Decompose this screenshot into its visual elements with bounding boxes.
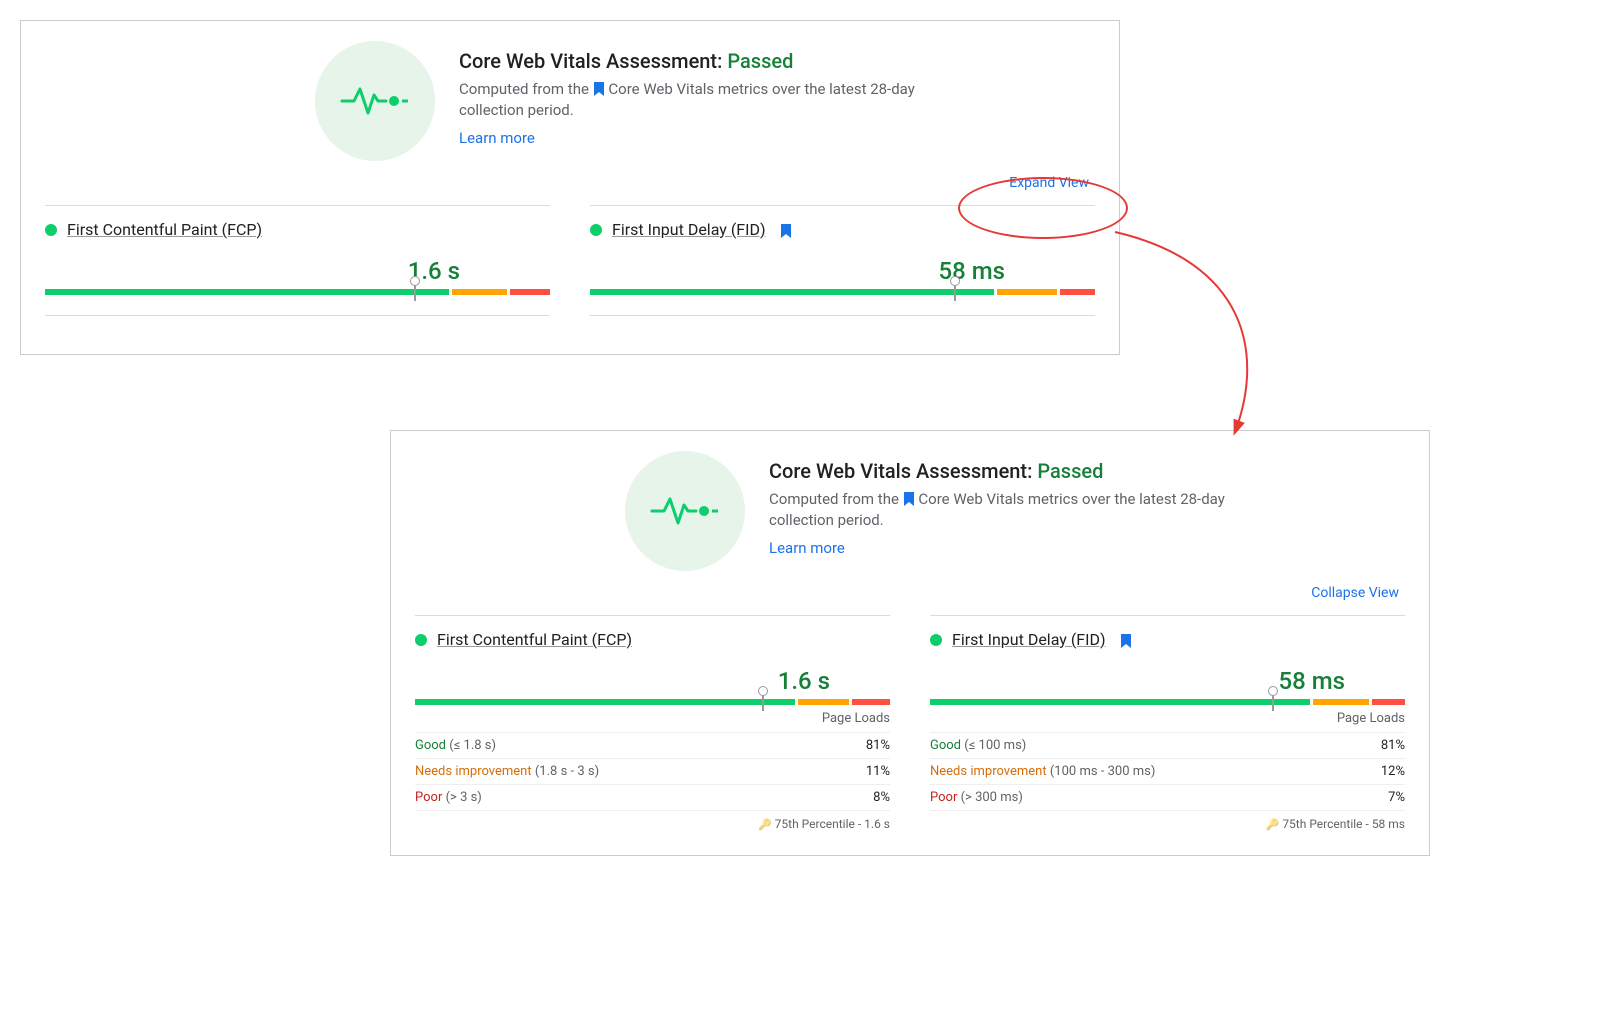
- dist-poor-range: (> 3 s): [446, 790, 482, 805]
- cwv-desc-prefix: Computed from the: [459, 80, 589, 98]
- dist-needs-label: Needs improvement: [930, 764, 1047, 779]
- percentile-caption: 75th Percentile - 58 ms: [930, 810, 1405, 831]
- metric-value: 58 ms: [930, 667, 1405, 695]
- dist-poor-label: Poor: [415, 790, 442, 805]
- status-dot-good: [45, 224, 57, 236]
- percentile-marker: [414, 283, 416, 301]
- annotation-arrow: [1095, 222, 1275, 452]
- cwv-header: Core Web Vitals Assessment: Passed Compu…: [21, 21, 1119, 171]
- metric-fid: First Input Delay (FID) 58 ms: [590, 199, 1095, 330]
- percentile-caption: 75th Percentile - 1.6 s: [415, 810, 890, 831]
- metric-fcp: First Contentful Paint (FCP) 1.6 s Page …: [415, 609, 890, 831]
- dist-poor-range: (> 300 ms): [961, 790, 1023, 805]
- percentile-marker: [1272, 693, 1274, 711]
- dist-needs-pct: 12%: [1381, 764, 1405, 779]
- dist-needs-pct: 11%: [866, 764, 890, 779]
- dist-good-label: Good: [930, 738, 961, 753]
- dist-good-pct: 81%: [1381, 738, 1405, 753]
- metric-value: 58 ms: [590, 257, 1095, 285]
- percentile-marker: [954, 283, 956, 301]
- page-loads-header: Page Loads: [930, 705, 1405, 732]
- cwv-description: Computed from the Core Web Vitals metric…: [769, 489, 1269, 531]
- status-dot-good: [415, 634, 427, 646]
- cwv-title: Core Web Vitals Assessment: Passed: [459, 49, 959, 73]
- metric-name[interactable]: First Contentful Paint (FCP): [67, 220, 262, 239]
- learn-more-link[interactable]: Learn more: [769, 539, 845, 557]
- dist-row-poor: Poor (> 300 ms) 7%: [930, 784, 1405, 810]
- cwv-panel-collapsed: Core Web Vitals Assessment: Passed Compu…: [20, 20, 1120, 355]
- dist-needs-label: Needs improvement: [415, 764, 532, 779]
- cwv-desc-prefix: Computed from the: [769, 490, 899, 508]
- distribution-bar: [415, 699, 890, 705]
- cwv-panel-expanded: Core Web Vitals Assessment: Passed Compu…: [390, 430, 1430, 856]
- cwv-title: Core Web Vitals Assessment: Passed: [769, 459, 1269, 483]
- dist-good-range: (≤ 1.8 s): [449, 738, 496, 753]
- page-loads-header: Page Loads: [415, 705, 890, 732]
- dist-good-range: (≤ 100 ms): [964, 738, 1026, 753]
- expand-view-button[interactable]: Expand View: [21, 171, 1119, 199]
- dist-row-good: Good (≤ 100 ms) 81%: [930, 732, 1405, 758]
- metric-name[interactable]: First Input Delay (FID): [612, 220, 766, 239]
- dist-poor-label: Poor: [930, 790, 957, 805]
- dist-poor-pct: 7%: [1388, 790, 1405, 805]
- cwv-status: Passed: [1037, 459, 1103, 483]
- bookmark-icon: [903, 491, 915, 505]
- cwv-title-label: Core Web Vitals Assessment:: [459, 49, 722, 73]
- bookmark-icon: [780, 223, 792, 237]
- bookmark-icon: [593, 81, 605, 95]
- pulse-icon: [625, 451, 745, 571]
- distribution-bar: [590, 289, 1095, 295]
- distribution-bar: [45, 289, 550, 295]
- percentile-marker: [762, 693, 764, 711]
- metric-name[interactable]: First Contentful Paint (FCP): [437, 630, 632, 649]
- dist-needs-range: (1.8 s - 3 s): [535, 764, 599, 779]
- learn-more-link[interactable]: Learn more: [459, 129, 535, 147]
- metrics-row: First Contentful Paint (FCP) 1.6 s Page …: [391, 609, 1429, 855]
- metric-fcp: First Contentful Paint (FCP) 1.6 s: [45, 199, 550, 330]
- cwv-description: Computed from the Core Web Vitals metric…: [459, 79, 959, 121]
- cwv-header: Core Web Vitals Assessment: Passed Compu…: [391, 431, 1429, 581]
- status-dot-good: [930, 634, 942, 646]
- metric-value: 1.6 s: [45, 257, 550, 285]
- dist-row-needs: Needs improvement (100 ms - 300 ms) 12%: [930, 758, 1405, 784]
- dist-good-pct: 81%: [866, 738, 890, 753]
- dist-poor-pct: 8%: [873, 790, 890, 805]
- status-dot-good: [590, 224, 602, 236]
- cwv-title-label: Core Web Vitals Assessment:: [769, 459, 1032, 483]
- bookmark-icon: [1120, 633, 1132, 647]
- distribution-bar: [930, 699, 1405, 705]
- metric-name[interactable]: First Input Delay (FID): [952, 630, 1106, 649]
- dist-row-good: Good (≤ 1.8 s) 81%: [415, 732, 890, 758]
- cwv-status: Passed: [727, 49, 793, 73]
- metric-value: 1.6 s: [415, 667, 890, 695]
- metric-fid: First Input Delay (FID) 58 ms Page Loads…: [930, 609, 1405, 831]
- dist-good-label: Good: [415, 738, 446, 753]
- metrics-row: First Contentful Paint (FCP) 1.6 s First…: [21, 199, 1119, 354]
- dist-needs-range: (100 ms - 300 ms): [1050, 764, 1156, 779]
- collapse-view-button[interactable]: Collapse View: [391, 581, 1429, 609]
- dist-row-needs: Needs improvement (1.8 s - 3 s) 11%: [415, 758, 890, 784]
- dist-row-poor: Poor (> 3 s) 8%: [415, 784, 890, 810]
- pulse-icon: [315, 41, 435, 161]
